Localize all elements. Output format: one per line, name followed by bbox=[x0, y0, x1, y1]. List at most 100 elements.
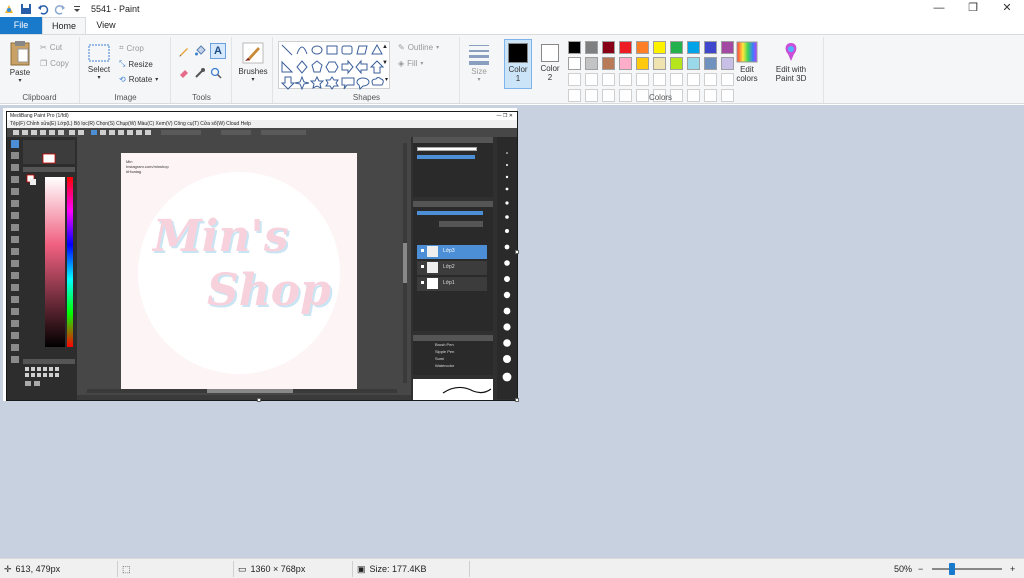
clipboard-group: Paste ▾ ✂ Cut ❐ Copy Clipboard bbox=[0, 37, 80, 103]
close-button[interactable]: ✕ bbox=[990, 0, 1024, 17]
outline-pen-icon: ✎ bbox=[398, 43, 405, 52]
color-swatch[interactable] bbox=[619, 73, 632, 86]
color2-button[interactable]: Color 2 bbox=[536, 39, 564, 89]
shapes-scroll-down-icon[interactable]: ▼ bbox=[382, 60, 388, 66]
layer-name-2: Lớp2 bbox=[443, 264, 455, 270]
brushes-button[interactable]: Brushes ▾ bbox=[236, 41, 270, 83]
select-button[interactable]: Select ▾ bbox=[84, 43, 114, 81]
color-swatch[interactable] bbox=[568, 73, 581, 86]
color-swatch[interactable] bbox=[636, 73, 649, 86]
color-swatch[interactable] bbox=[653, 73, 666, 86]
embedded-artwork: Min Instagram.com/minshop #Hoatag Min's … bbox=[121, 153, 357, 389]
copy-button[interactable]: ❐ Copy bbox=[40, 59, 69, 68]
fill-button[interactable]: ◈ Fill ▾ bbox=[398, 59, 423, 68]
embedded-toolbar bbox=[7, 128, 517, 137]
color-swatch[interactable] bbox=[636, 41, 649, 54]
artwork-note-3: #Hoatag bbox=[126, 169, 142, 174]
resize-icon: ⤡ bbox=[119, 59, 126, 68]
eraser-icon[interactable] bbox=[178, 67, 190, 79]
shapes-more-icon[interactable]: ▾ bbox=[385, 76, 388, 83]
color-swatch[interactable] bbox=[704, 41, 717, 54]
color-swatch[interactable] bbox=[619, 41, 632, 54]
cut-button[interactable]: ✂ Cut bbox=[40, 43, 62, 52]
embedded-menu-bar: Tệp(F) Chỉnh sửa(E) Lớp(L) Bộ lọc(R) Chọ… bbox=[7, 120, 517, 128]
edit-with-paint3d-button[interactable]: Edit with Paint 3D bbox=[770, 41, 812, 83]
shapes-gallery: ▲ ▼ ▾ bbox=[278, 41, 390, 91]
minimize-button[interactable]: — bbox=[922, 0, 956, 17]
resize-handle-corner[interactable] bbox=[515, 398, 519, 402]
color-swatch[interactable] bbox=[670, 41, 683, 54]
drawing-canvas[interactable]: MediBang Paint Pro (1/fdl) — ❐ ✕ Tệp(F) … bbox=[3, 108, 518, 401]
color-swatch[interactable] bbox=[602, 73, 615, 86]
color-swatch[interactable] bbox=[670, 73, 683, 86]
pencil-icon[interactable] bbox=[178, 45, 190, 57]
window-title: 5541 - Paint bbox=[91, 3, 140, 14]
magnifier-icon[interactable] bbox=[210, 67, 222, 79]
resize-button[interactable]: ⤡ Resize bbox=[119, 59, 153, 69]
brush-name-1: Brush Pen bbox=[435, 342, 454, 347]
color-swatch[interactable] bbox=[602, 41, 615, 54]
edit-colors-label-a: Edit bbox=[740, 65, 754, 74]
color-swatch[interactable] bbox=[687, 57, 700, 70]
color1-label-a: Color bbox=[508, 65, 528, 74]
color-swatch[interactable] bbox=[602, 57, 615, 70]
edit-colors-button[interactable]: Edit colors bbox=[732, 41, 762, 83]
color-swatch[interactable] bbox=[687, 73, 700, 86]
text-tool-icon[interactable]: A bbox=[210, 43, 226, 59]
shapes-scroll-up-icon[interactable]: ▲ bbox=[382, 44, 388, 50]
undo-icon[interactable] bbox=[37, 3, 49, 15]
colors-group-label: Colors bbox=[648, 93, 673, 102]
tab-home[interactable]: Home bbox=[42, 17, 86, 34]
zoom-slider-track[interactable] bbox=[932, 568, 1002, 570]
color-swatch[interactable] bbox=[568, 57, 581, 70]
four-point-star-shape-icon bbox=[294, 75, 310, 91]
zoom-slider-thumb[interactable] bbox=[949, 563, 955, 575]
color-swatch[interactable] bbox=[653, 57, 666, 70]
resize-handle-right[interactable] bbox=[515, 250, 519, 254]
customize-toolbar-icon[interactable] bbox=[71, 3, 83, 15]
color-swatch[interactable] bbox=[636, 57, 649, 70]
layer-name-3: Lớp1 bbox=[443, 280, 455, 286]
clipboard-icon bbox=[10, 41, 30, 66]
size-group: Size ▾ bbox=[461, 37, 497, 103]
embedded-v-scrollbar bbox=[403, 143, 407, 383]
color-swatch[interactable] bbox=[653, 41, 666, 54]
size-dropdown-icon: ▾ bbox=[477, 77, 481, 83]
status-bar: ✛ 613, 479px ⬚ ▭ 1360 × 768px ▣ Size: 17… bbox=[0, 558, 1024, 578]
paste-button[interactable]: Paste ▾ bbox=[6, 40, 34, 84]
color-swatch[interactable] bbox=[704, 57, 717, 70]
color-swatch[interactable] bbox=[687, 41, 700, 54]
fill-icon: ◈ bbox=[398, 59, 405, 68]
save-icon[interactable] bbox=[20, 3, 32, 15]
disk-icon: ▣ bbox=[357, 564, 366, 574]
tools-group-label: Tools bbox=[192, 93, 211, 102]
outline-button[interactable]: ✎ Outline ▾ bbox=[398, 43, 439, 52]
tab-view[interactable]: View bbox=[86, 17, 126, 34]
brush-name-3: Sumi bbox=[435, 356, 445, 361]
color-swatch[interactable] bbox=[585, 57, 598, 70]
fill-bucket-icon[interactable] bbox=[194, 45, 206, 57]
color-swatch[interactable] bbox=[585, 73, 598, 86]
crop-button[interactable]: ⌗ Crop bbox=[119, 43, 144, 53]
tab-file[interactable]: File bbox=[0, 17, 42, 34]
color1-swatch bbox=[508, 43, 528, 63]
color-swatch[interactable] bbox=[704, 73, 717, 86]
zoom-in-button[interactable]: + bbox=[1010, 559, 1015, 578]
color-picker-icon[interactable] bbox=[194, 67, 206, 79]
restore-button[interactable]: ❐ bbox=[956, 0, 990, 17]
logo-text-shop: Shop bbox=[207, 265, 331, 316]
embedded-brush-panel: Brush Pen Sipple Pen Sumi Watercolor bbox=[413, 335, 493, 375]
color1-button[interactable]: Color 1 bbox=[504, 39, 532, 89]
zoom-out-button[interactable]: − bbox=[918, 559, 923, 578]
redo-icon[interactable] bbox=[54, 3, 66, 15]
resize-handle-bottom[interactable] bbox=[257, 398, 261, 402]
size-button[interactable]: Size ▾ bbox=[464, 43, 494, 83]
color-swatch[interactable] bbox=[585, 41, 598, 54]
rotate-button[interactable]: ⟲ Rotate ▾ bbox=[119, 75, 158, 84]
color-swatch[interactable] bbox=[670, 57, 683, 70]
curve-shape-icon bbox=[296, 46, 308, 55]
color-swatch[interactable] bbox=[619, 57, 632, 70]
cut-label: Cut bbox=[49, 43, 63, 52]
canvas-workspace[interactable]: MediBang Paint Pro (1/fdl) — ❐ ✕ Tệp(F) … bbox=[0, 105, 1024, 558]
color-swatch[interactable] bbox=[568, 41, 581, 54]
